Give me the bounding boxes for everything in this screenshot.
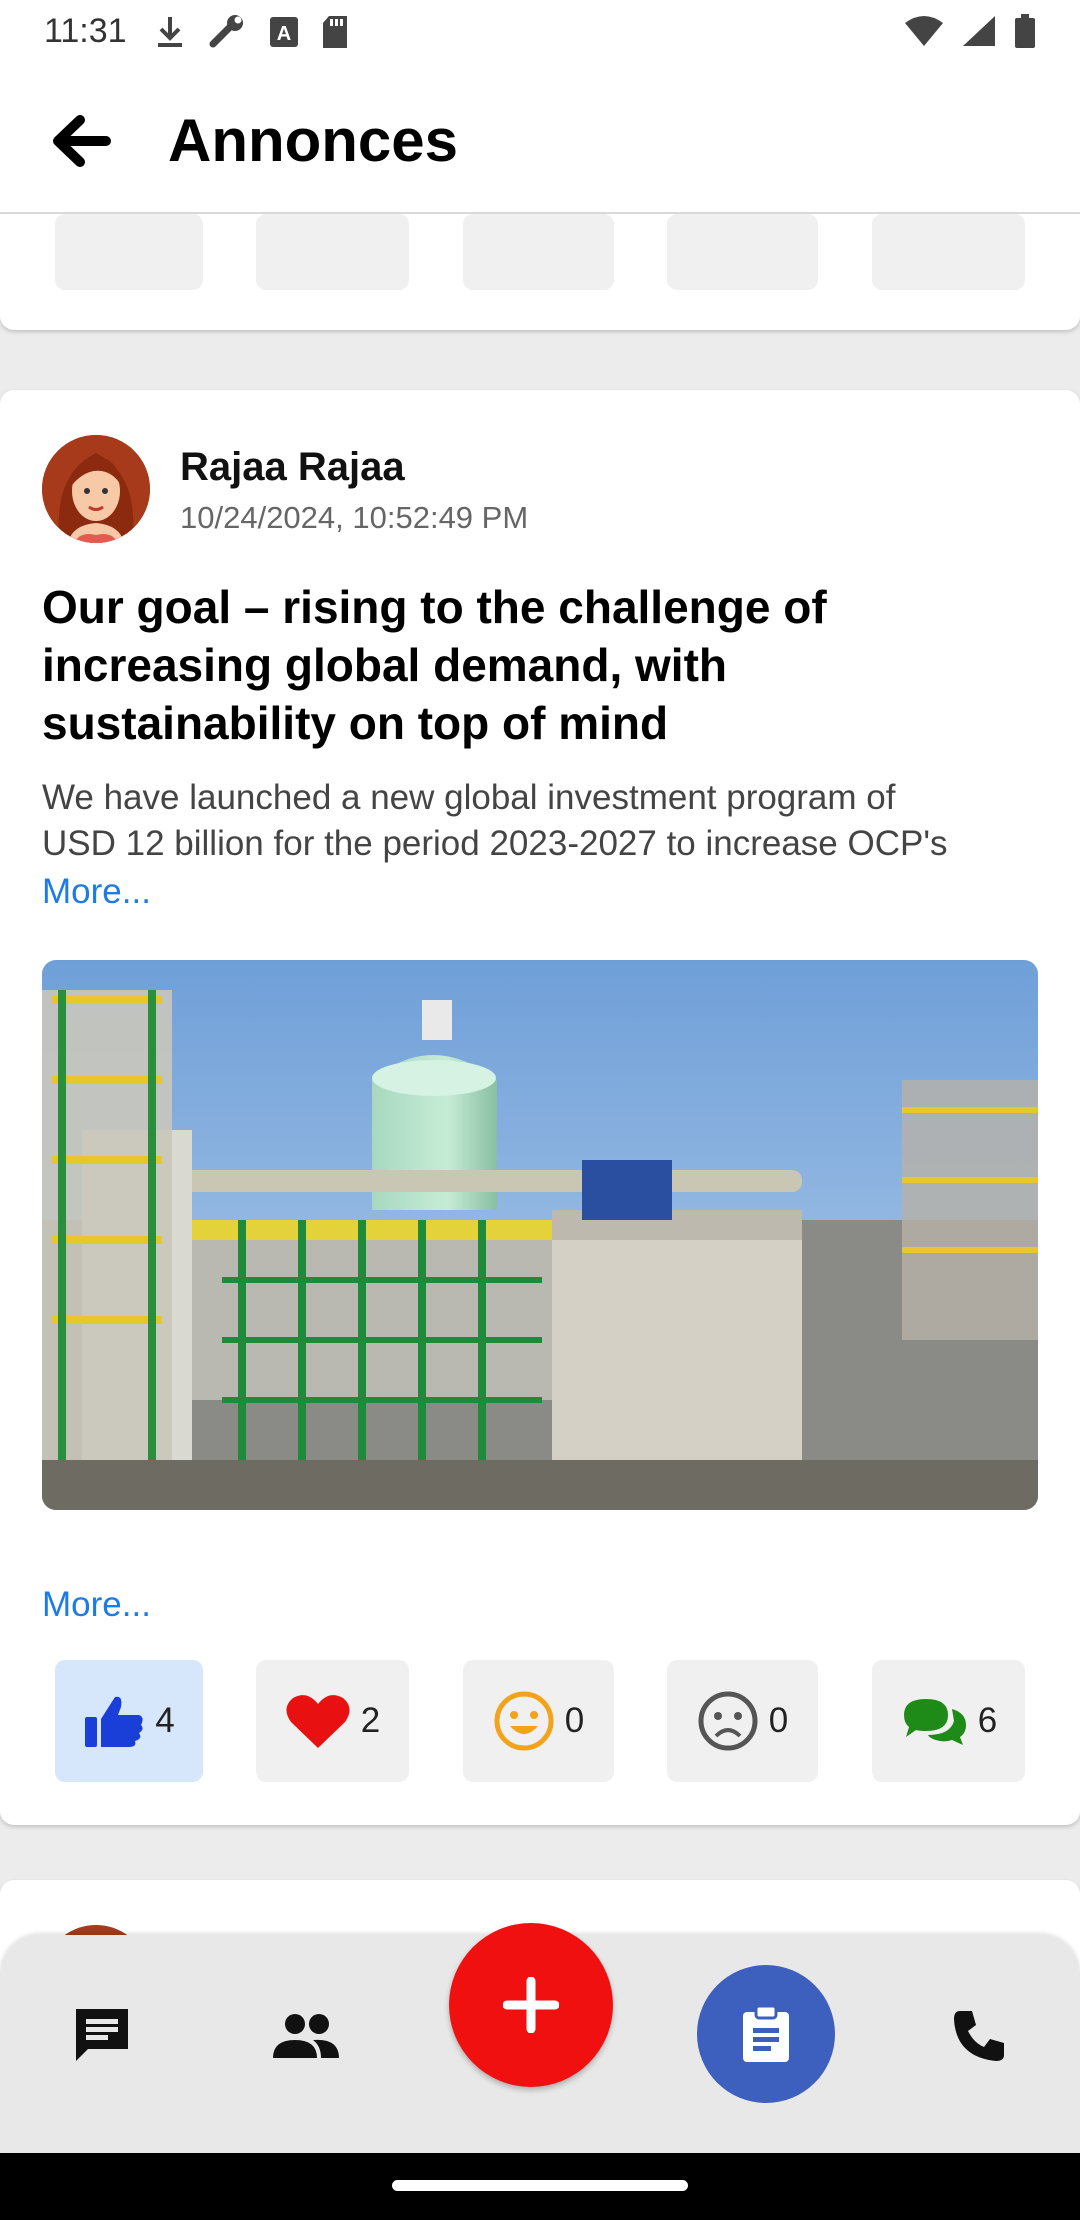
signal-icon [963,16,995,46]
status-left-icons: A [155,14,349,50]
battery-icon [1015,14,1035,48]
post-excerpt: We have launched a new global investment… [42,775,1042,867]
post-date: 10/24/2024, 10:52:49 PM [180,500,529,535]
love-count: 2 [360,1701,381,1740]
love-button[interactable]: 2 [256,1660,409,1782]
excerpt-line: We have launched a new global investment… [42,778,896,817]
chat-icon [76,2009,128,2061]
smile-icon [494,1691,554,1751]
industrial-plant-image [42,960,1038,1510]
phone-icon [954,2011,1004,2061]
previous-reaction-button[interactable] [55,214,203,290]
nav-announcements[interactable] [697,1965,835,2103]
wrench-icon [209,15,243,48]
sad-button[interactable]: 0 [667,1660,818,1782]
like-count: 4 [155,1701,175,1740]
thumbs-up-icon [85,1696,143,1747]
excerpt-line: USD 12 billion for the period 2023-2027 … [42,824,948,863]
smile-count: 0 [564,1701,585,1740]
app-bar: Annonces [0,66,1080,214]
nav-messages[interactable] [62,1995,142,2075]
home-handle[interactable] [392,2180,688,2191]
nav-people[interactable] [266,1995,346,2075]
wifi-icon [905,16,943,46]
previous-reaction-button[interactable] [872,214,1025,290]
more-link[interactable]: More... [42,1585,151,1625]
like-button[interactable]: 4 [55,1660,203,1782]
clipboard-icon [743,2004,789,2062]
nav-phone[interactable] [940,1995,1020,2075]
avatar[interactable] [42,435,150,543]
arrow-back-icon [53,115,111,167]
add-icon [503,1977,559,2033]
status-time: 11:31 [44,12,127,50]
smile-button[interactable]: 0 [463,1660,614,1782]
status-right-icons [904,14,1036,48]
download-icon [158,17,182,47]
comments-button[interactable]: 6 [872,1660,1025,1782]
status-bar: 11:31 A [0,0,1080,66]
font-icon: A [270,17,298,47]
more-link[interactable]: More... [42,872,151,912]
previous-reaction-button[interactable] [463,214,614,290]
post-card: Rajaa Rajaa 10/24/2024, 10:52:49 PM Our … [0,390,1080,1825]
back-button[interactable] [46,106,116,176]
comments-icon [903,1699,966,1745]
heart-icon [286,1695,350,1748]
post-image[interactable] [42,960,1038,1510]
page-title: Annonces [168,107,459,174]
sad-count: 0 [768,1701,789,1740]
add-button[interactable] [449,1923,613,2087]
post-author[interactable]: Rajaa Rajaa [180,445,405,490]
sad-icon [698,1691,758,1751]
sd-card-icon [323,16,347,48]
avatar-illustration [42,435,150,543]
gesture-bar [0,2153,1080,2220]
comments-count: 6 [977,1701,998,1740]
people-icon [273,2014,339,2058]
previous-reaction-button[interactable] [256,214,409,290]
svg-text:A: A [277,23,291,45]
post-title: Our goal – rising to the challenge of in… [42,581,827,749]
previous-post-card [0,214,1080,330]
previous-reaction-button[interactable] [667,214,818,290]
